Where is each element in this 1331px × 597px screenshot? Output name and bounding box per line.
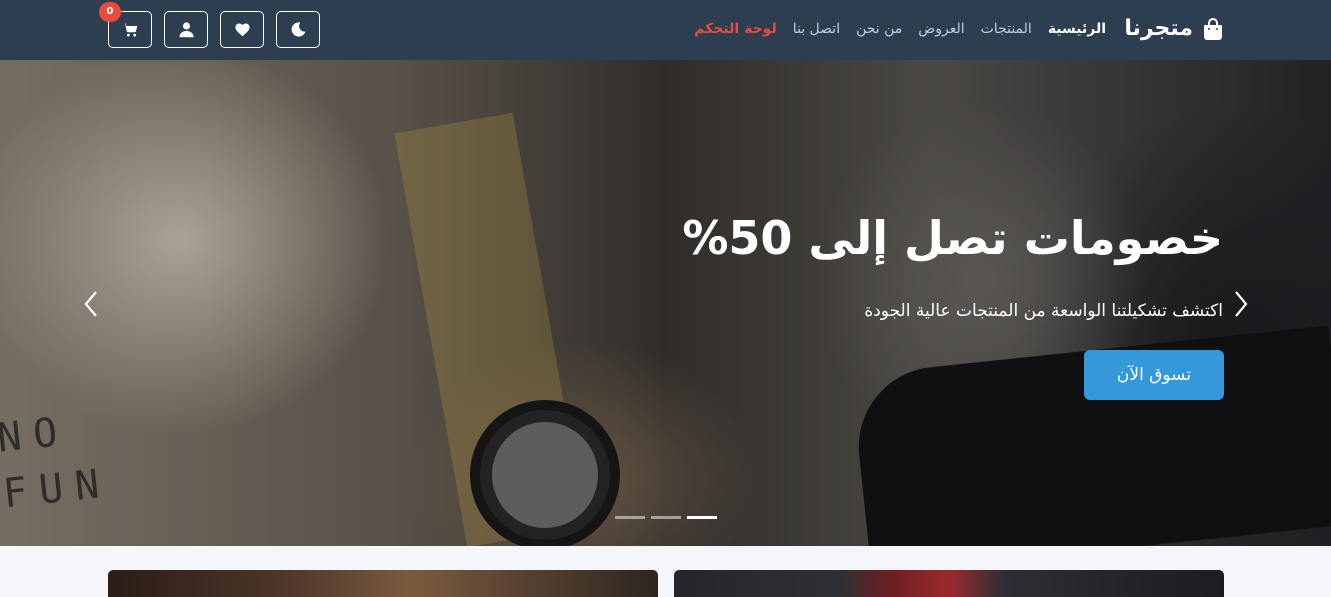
chevron-left-icon xyxy=(84,291,97,317)
cart-count-badge: 0 xyxy=(99,2,121,22)
nav-link-offers[interactable]: العروض xyxy=(918,21,964,37)
brand-logo[interactable]: متجرنا xyxy=(1124,14,1225,44)
theme-toggle-button[interactable] xyxy=(276,11,320,48)
nav-link-contact[interactable]: اتصل بنا xyxy=(793,21,840,37)
main-nav: الرئيسية المنتجات العروض من نحن اتصل بنا… xyxy=(694,18,1106,40)
shopping-bag-icon xyxy=(1204,18,1222,40)
carousel-indicator-1[interactable] xyxy=(615,516,645,519)
heart-icon xyxy=(234,23,250,37)
carousel-indicators xyxy=(615,516,717,519)
nav-actions: 0 xyxy=(99,2,320,48)
carousel-prev-button[interactable] xyxy=(80,288,104,320)
carousel-next-button[interactable] xyxy=(1228,288,1252,320)
moon-icon xyxy=(291,22,305,37)
nav-link-products[interactable]: المنتجات xyxy=(981,21,1032,37)
carousel-indicator-2[interactable] xyxy=(651,516,681,519)
hero-title: خصومات تصل إلى 50% xyxy=(682,211,1223,265)
hero-carousel: NO FUN خصومات تصل إلى 50% اكتشف تشكيلتنا… xyxy=(0,60,1331,546)
account-button[interactable] xyxy=(164,11,208,48)
cart-icon xyxy=(122,23,137,37)
cart-button[interactable]: 0 xyxy=(99,2,152,48)
nav-link-dashboard[interactable]: لوحة التحكم xyxy=(694,21,776,37)
carousel-indicator-3[interactable] xyxy=(687,516,717,519)
user-icon xyxy=(178,22,194,38)
wishlist-button[interactable] xyxy=(220,11,264,48)
nav-link-home[interactable]: الرئيسية xyxy=(1048,21,1106,37)
navbar: متجرنا الرئيسية المنتجات العروض من نحن ا… xyxy=(0,0,1331,60)
brand-name: متجرنا xyxy=(1124,16,1193,41)
category-card-image[interactable] xyxy=(108,570,658,597)
hero-subtitle: اكتشف تشكيلتنا الواسعة من المنتجات عالية… xyxy=(864,301,1223,321)
chevron-right-icon xyxy=(1235,291,1248,317)
category-card-image[interactable] xyxy=(674,570,1224,597)
nav-link-about[interactable]: من نحن xyxy=(856,21,902,37)
shop-now-button[interactable]: تسوق الآن xyxy=(1084,350,1224,400)
